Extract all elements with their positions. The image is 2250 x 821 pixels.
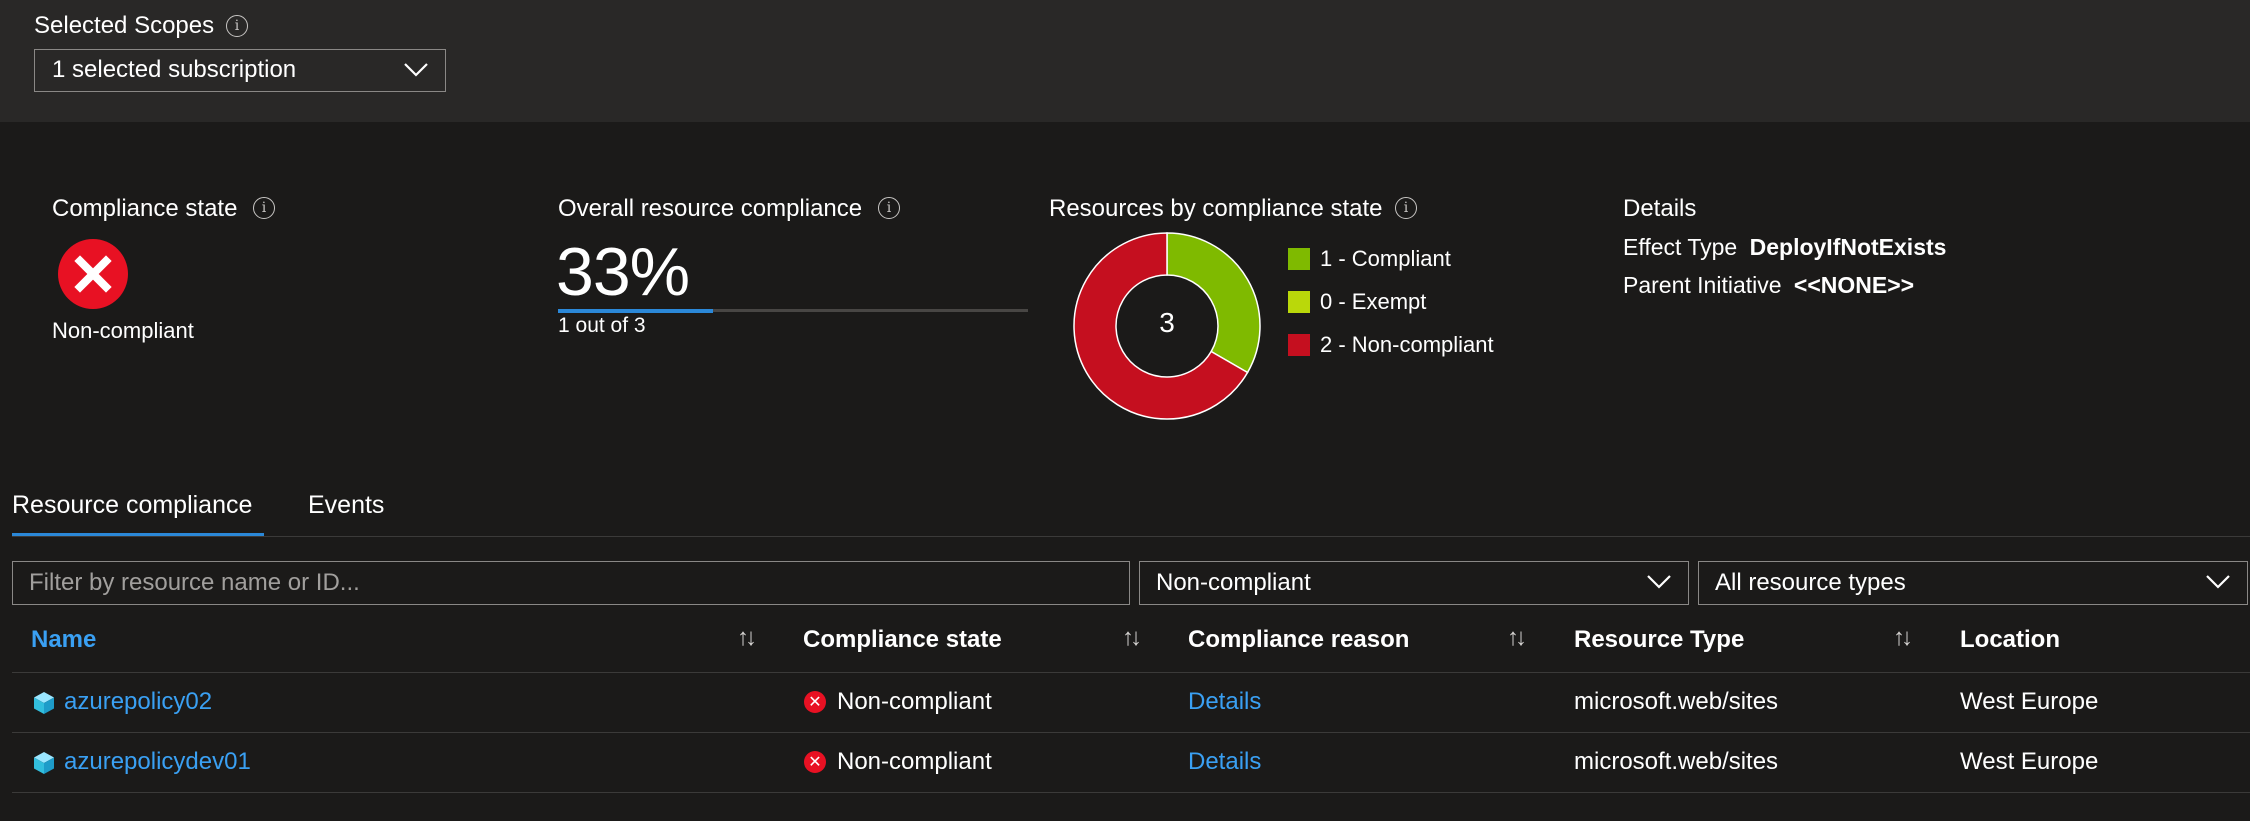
- resource-name-link[interactable]: azurepolicy02: [64, 688, 212, 716]
- overall-compliance-label: Overall resource compliance: [558, 195, 863, 222]
- details-heading: Details: [1623, 195, 1697, 222]
- compliance-progress-fill: [558, 309, 713, 313]
- active-tab-indicator: [12, 533, 264, 536]
- column-header-location[interactable]: Location: [1960, 626, 2060, 654]
- column-header-compliance-state[interactable]: Compliance state: [803, 626, 1002, 654]
- legend-item[interactable]: 0 - Exempt: [1288, 286, 1494, 316]
- compliance-detail: 1 out of 3: [558, 314, 646, 337]
- column-header-resource-type[interactable]: Resource Type: [1574, 626, 1744, 654]
- resource-name-link[interactable]: azurepolicydev01: [64, 748, 251, 776]
- row-compliance-state: Non-compliant: [837, 688, 992, 715]
- chevron-down-icon: [403, 61, 429, 77]
- compliance-percent: 33%: [556, 234, 690, 310]
- donut-slice[interactable]: [1166, 232, 1261, 374]
- compliance-filter-value: Non-compliant: [1156, 569, 1311, 596]
- search-input[interactable]: Filter by resource name or ID...: [12, 561, 1130, 605]
- chevron-down-icon: [2205, 573, 2231, 589]
- legend-label: 1 - Compliant: [1320, 246, 1451, 272]
- sort-icon[interactable]: ↑↓: [737, 624, 757, 652]
- donut-legend: 1 - Compliant 0 - Exempt 2 - Non-compliant: [1288, 243, 1494, 359]
- sort-icon[interactable]: ↑↓: [1122, 624, 1142, 652]
- chevron-down-icon: [1646, 573, 1672, 589]
- row-location: West Europe: [1960, 748, 2099, 775]
- row-compliance-state: Non-compliant: [837, 748, 992, 775]
- info-icon[interactable]: i: [253, 197, 275, 219]
- legend-item[interactable]: 1 - Compliant: [1288, 243, 1494, 273]
- resource-type-filter-value: All resource types: [1715, 569, 1906, 596]
- app-service-icon: [33, 751, 55, 780]
- search-placeholder: Filter by resource name or ID...: [29, 569, 360, 596]
- row-divider: [12, 732, 2250, 733]
- error-icon: ✕: [804, 751, 826, 773]
- row-resource-type: microsoft.web/sites: [1574, 688, 1779, 715]
- parent-initiative-label: Parent Initiative: [1623, 272, 1782, 298]
- legend-swatch: [1288, 248, 1310, 271]
- info-icon[interactable]: i: [1395, 197, 1417, 219]
- app-service-icon: [33, 691, 55, 720]
- parent-initiative-value: <<NONE>>: [1793, 272, 1915, 298]
- row-divider: [12, 792, 2250, 793]
- effect-type-row: Effect Type DeployIfNotExists: [1623, 234, 1946, 261]
- parent-initiative-row: Parent Initiative <<NONE>>: [1623, 272, 1914, 299]
- sort-icon[interactable]: ↑↓: [1507, 624, 1527, 652]
- scope-dropdown-value: 1 selected subscription: [52, 56, 297, 83]
- tab-events[interactable]: Events: [308, 491, 384, 520]
- compliance-state-value: Non-compliant: [52, 318, 194, 343]
- info-icon[interactable]: i: [878, 197, 900, 219]
- column-header-compliance-reason[interactable]: Compliance reason: [1188, 626, 1409, 654]
- effect-type-value: DeployIfNotExists: [1749, 234, 1947, 260]
- row-resource-type: microsoft.web/sites: [1574, 748, 1779, 775]
- selected-scopes-label: Selected Scopes: [34, 12, 215, 39]
- effect-type-label: Effect Type: [1623, 234, 1738, 260]
- legend-swatch: [1288, 334, 1310, 357]
- compliance-state-filter[interactable]: Non-compliant: [1139, 561, 1689, 605]
- sort-icon[interactable]: ↑↓: [1893, 624, 1913, 652]
- legend-label: 2 - Non-compliant: [1320, 332, 1494, 358]
- legend-swatch: [1288, 291, 1310, 314]
- compliance-reason-link[interactable]: Details: [1188, 748, 1261, 776]
- compliance-state-label: Compliance state: [52, 195, 238, 222]
- column-header-name[interactable]: Name: [31, 626, 96, 654]
- scope-dropdown[interactable]: 1 selected subscription: [34, 49, 446, 92]
- legend-item[interactable]: 2 - Non-compliant: [1288, 329, 1494, 359]
- compliance-reason-link[interactable]: Details: [1188, 688, 1261, 716]
- info-icon[interactable]: i: [226, 15, 248, 37]
- donut-total: 3: [1159, 307, 1175, 338]
- resources-by-state-label: Resources by compliance state: [1049, 195, 1383, 222]
- row-location: West Europe: [1960, 688, 2099, 715]
- tabs-divider: [12, 536, 2250, 537]
- resource-type-filter[interactable]: All resource types: [1698, 561, 2248, 605]
- tab-resource-compliance[interactable]: Resource compliance: [12, 491, 252, 520]
- compliance-donut-chart: 3: [1072, 231, 1262, 421]
- error-icon: ✕: [804, 691, 826, 713]
- header-divider: [12, 672, 2250, 673]
- legend-label: 0 - Exempt: [1320, 289, 1427, 315]
- error-circle-icon: [57, 238, 129, 310]
